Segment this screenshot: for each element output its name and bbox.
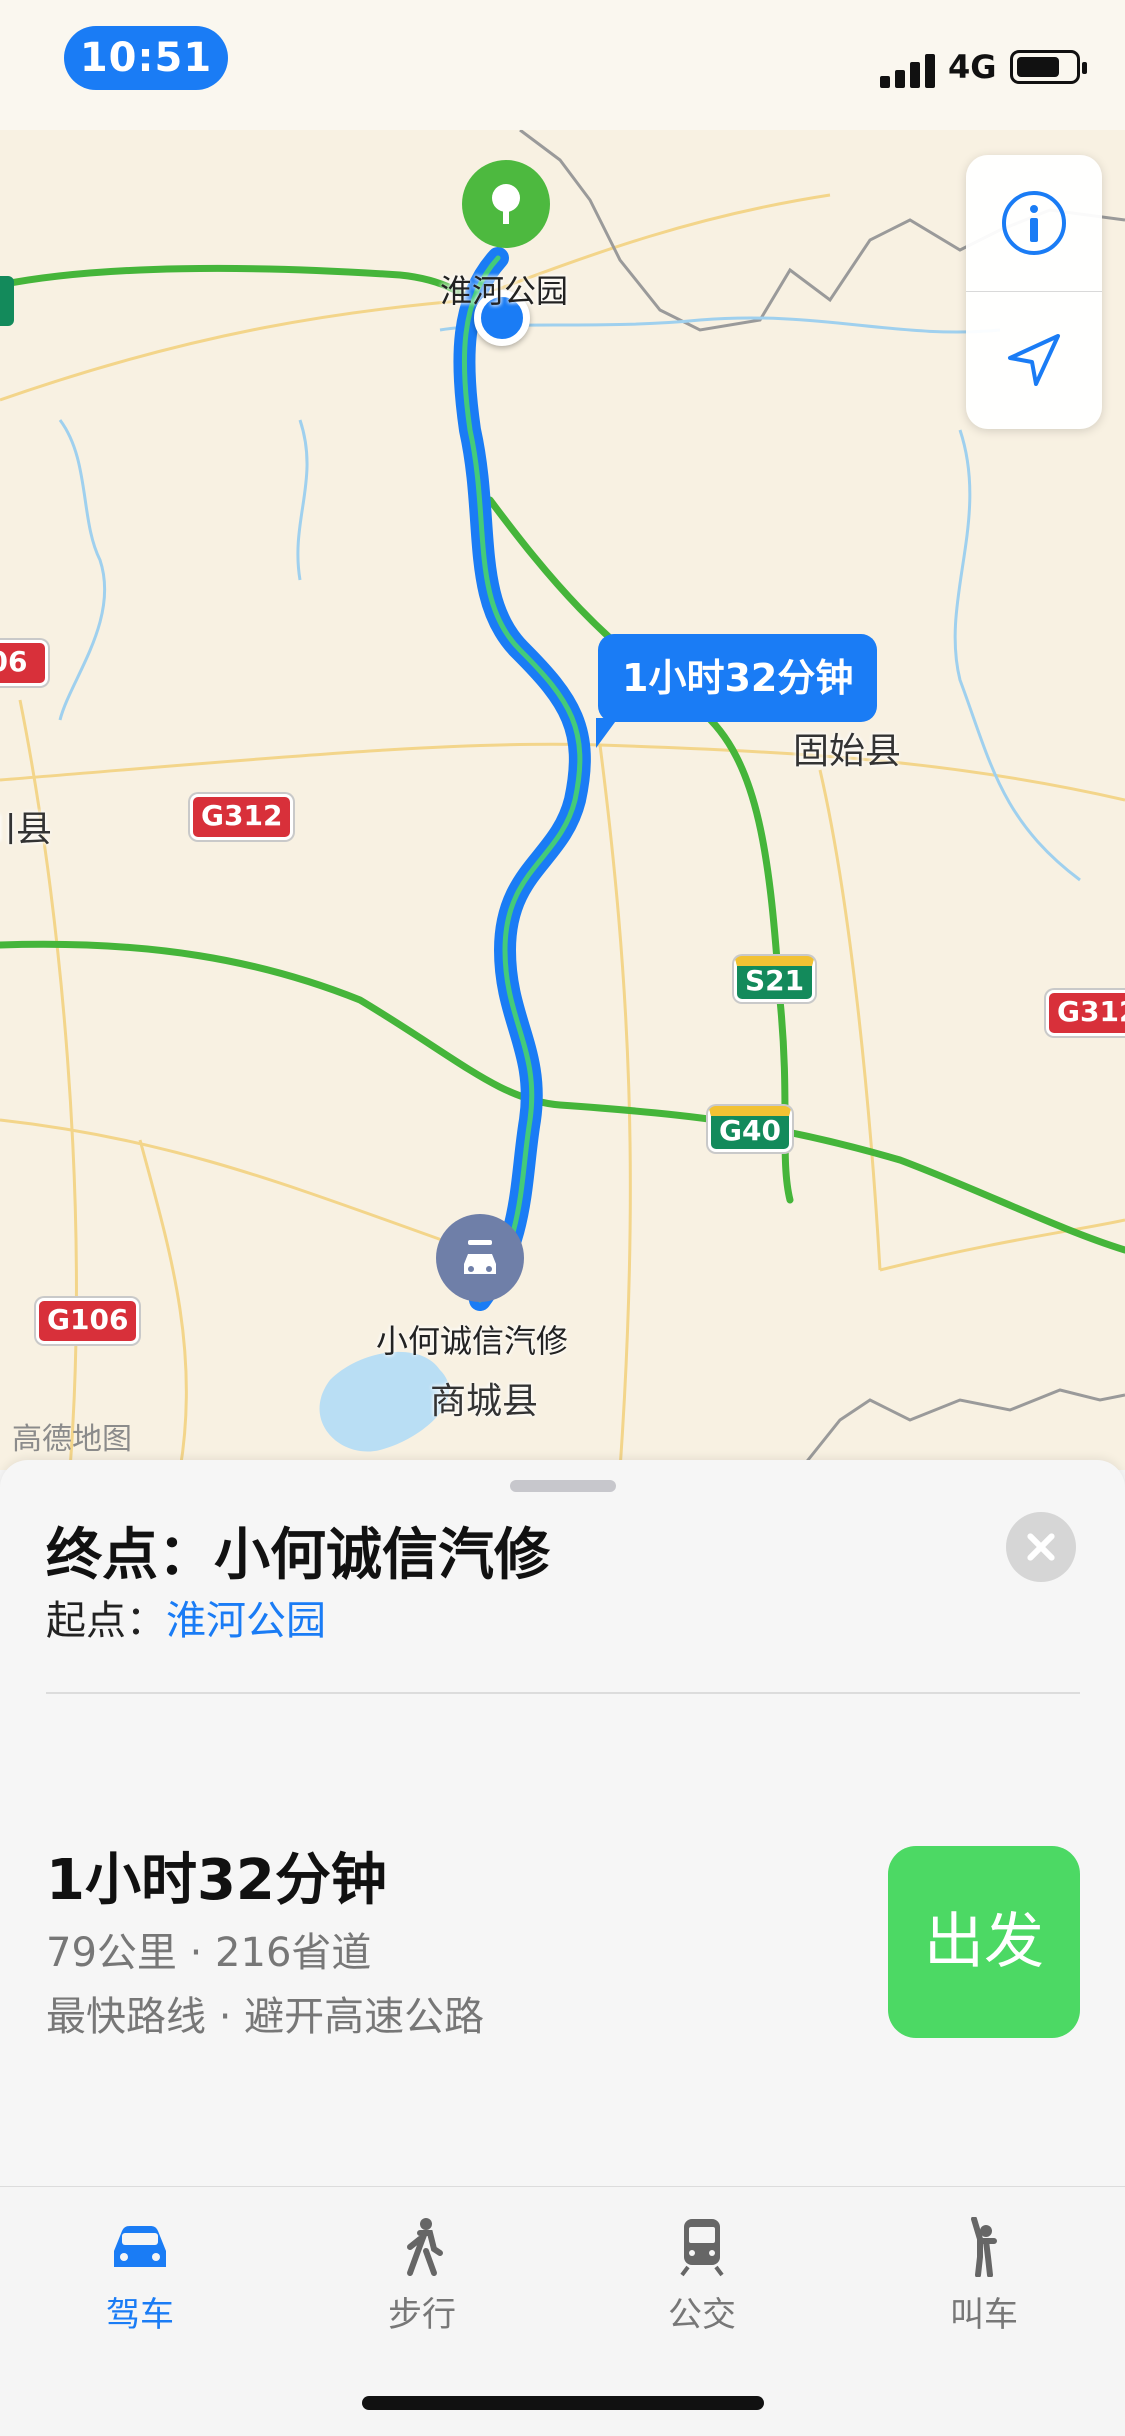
car-repair-icon [464, 1240, 496, 1274]
town-label-south: 商城县 [430, 1381, 539, 1422]
road-shield-s21: S21 [734, 956, 816, 1002]
end-poi-marker[interactable] [436, 1214, 524, 1302]
map-watermark: 高德地图 [12, 1422, 132, 1457]
origin-line: 起点：淮河公园 [46, 1588, 326, 1646]
map-info-button[interactable] [966, 155, 1102, 291]
map-controls [966, 155, 1102, 429]
network-type: 4G [948, 48, 997, 86]
tab-walking[interactable]: 步行 [342, 2217, 502, 2347]
destination-title: 终点：小何诚信汽修 [46, 1523, 550, 1588]
go-button[interactable]: 出发 [888, 1846, 1080, 2038]
road-shield-g106-bottom: G106 [36, 1298, 140, 1344]
tab-transit[interactable]: 公交 [622, 2217, 782, 2347]
route-time-bubble[interactable]: 1小时32分钟 [595, 634, 878, 748]
town-label-east: 固始县 [793, 731, 902, 772]
location-arrow-icon [1008, 334, 1060, 386]
info-icon [1002, 191, 1066, 255]
sheet-grabber[interactable] [510, 1480, 616, 1492]
origin-link[interactable]: 淮河公园 [166, 1598, 326, 1644]
route-details: 79公里 · 216省道 [46, 1930, 372, 1976]
train-icon [680, 2219, 724, 2277]
tab-driving[interactable]: 驾车 [60, 2217, 220, 2347]
map-view[interactable]: 10:51 4G 淮河公园 1小时32分钟 固始县 川县 G [0, 0, 1125, 1470]
status-bar: 10:51 4G [0, 0, 1125, 130]
tab-label-driving: 驾车 [106, 2295, 174, 2335]
road-shield-g40: G40 [708, 1106, 792, 1152]
battery-icon [1010, 50, 1087, 84]
status-time[interactable]: 10:51 [64, 26, 228, 90]
tab-hail[interactable]: 叫车 [904, 2217, 1064, 2347]
hail-icon [971, 2217, 997, 2277]
town-label-west: 川县 [0, 809, 53, 850]
map-canvas [0, 128, 1125, 1470]
locate-me-button[interactable] [966, 292, 1102, 428]
home-indicator[interactable] [362, 2396, 764, 2410]
cellular-signal-icon [880, 52, 936, 88]
tab-label-transit: 公交 [668, 2295, 736, 2335]
sheet-divider [46, 1692, 1080, 1694]
tree-icon [492, 184, 520, 224]
walking-icon [407, 2218, 443, 2276]
close-button[interactable] [1006, 1512, 1076, 1582]
end-poi-label[interactable]: 小何诚信汽修 [376, 1316, 568, 1362]
origin-label: 起点： [46, 1598, 166, 1644]
start-poi-label[interactable]: 淮河公园 [440, 266, 568, 312]
route-note: 最快路线 · 避开高速公路 [46, 1994, 485, 2040]
road-shield-g312-left: G312 [190, 794, 294, 840]
tab-label-hail: 叫车 [950, 2295, 1018, 2335]
tab-label-walking: 步行 [388, 2295, 456, 2335]
start-poi-marker[interactable] [462, 160, 550, 248]
car-icon [114, 2226, 166, 2267]
road-shield-g106-top: 06 [0, 640, 48, 686]
route-duration[interactable]: 1小时32分钟 [46, 1835, 387, 1916]
road-shield-g312-right: G312 [1046, 990, 1125, 1036]
